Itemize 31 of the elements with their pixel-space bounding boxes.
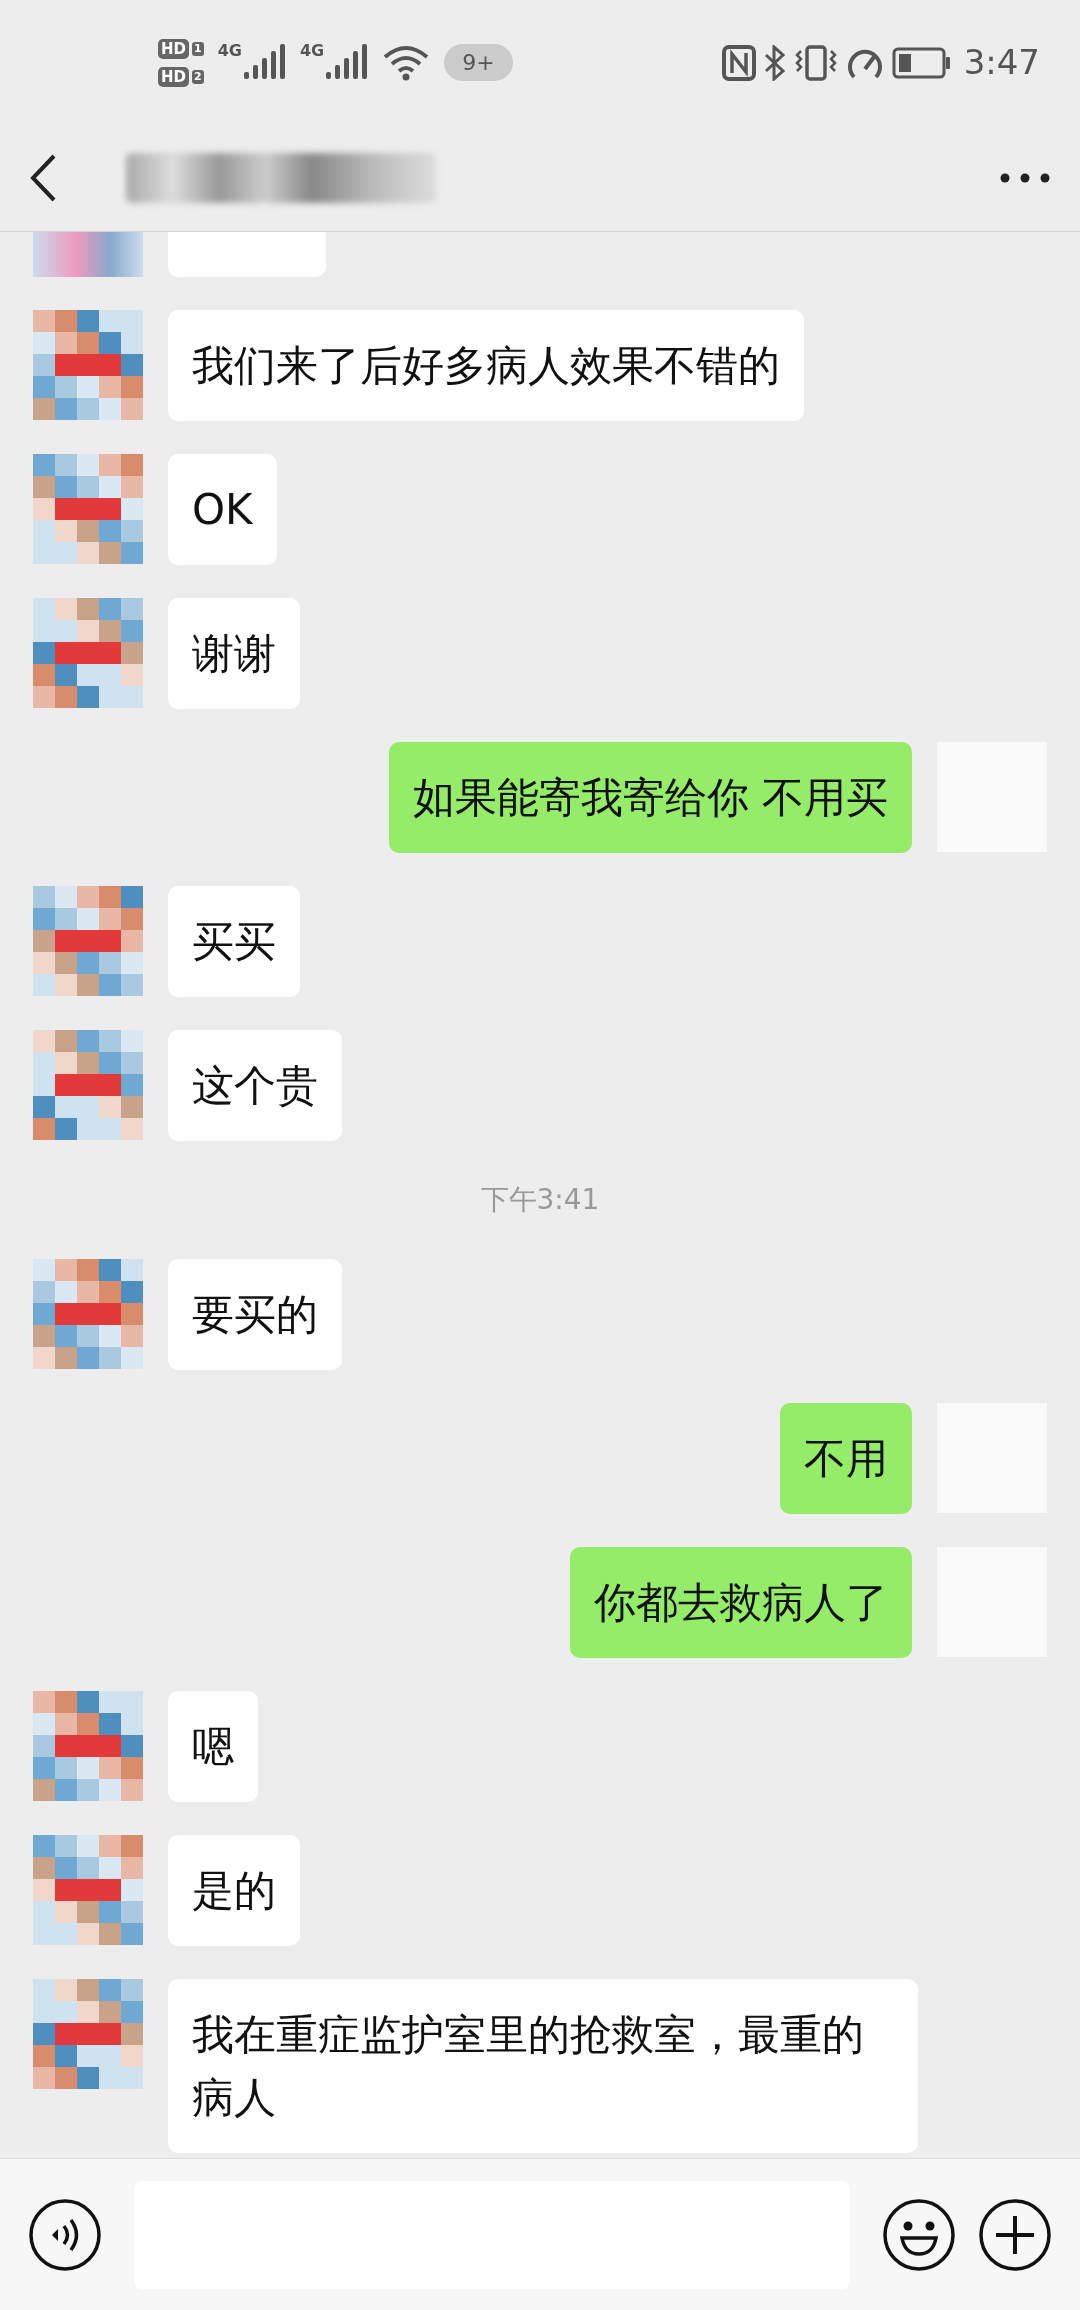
sim-slot: 2 bbox=[192, 69, 204, 84]
network-type: 4G bbox=[217, 42, 242, 59]
hd-label: HD bbox=[158, 38, 189, 59]
timestamp: 下午3:41 bbox=[480, 1182, 600, 1218]
message-bubble: 是的 bbox=[168, 1835, 300, 1946]
message-bubble: 你都去救病人了 bbox=[570, 1547, 912, 1658]
message-bubble: 我在重症监护室里的抢救室，最重的病人 bbox=[168, 1979, 918, 2153]
sim-slot: 1 bbox=[192, 41, 204, 56]
status-time: 3:47 bbox=[963, 41, 1040, 84]
back-icon[interactable] bbox=[30, 154, 56, 202]
voice-icon[interactable] bbox=[28, 2197, 102, 2272]
more-icon[interactable] bbox=[1000, 173, 1050, 183]
wifi-icon bbox=[382, 44, 431, 81]
bluetooth-icon bbox=[763, 44, 786, 81]
message-bubble: 买买 bbox=[168, 886, 300, 997]
message-bubble: 这个贵 bbox=[168, 1030, 342, 1141]
hd-label: HD bbox=[158, 66, 189, 87]
message-bubble: OK bbox=[168, 454, 277, 565]
message-bubble: 谢谢 bbox=[168, 598, 300, 709]
message-bubble: 我们来了后好多病人效果不错的 bbox=[168, 310, 804, 421]
battery-icon bbox=[891, 46, 952, 79]
plus-icon[interactable] bbox=[978, 2197, 1052, 2272]
network-type: 4G bbox=[299, 42, 325, 59]
emoji-icon[interactable] bbox=[882, 2197, 956, 2272]
nfc-icon bbox=[721, 44, 756, 81]
message-bubble: 不用 bbox=[780, 1403, 912, 1514]
notification-count: 9+ bbox=[444, 44, 513, 81]
message-bubble: 如果能寄我寄给你 不用买 bbox=[388, 742, 912, 853]
message-bubble: 嗯 bbox=[168, 1691, 258, 1802]
message-bubble: 要买的 bbox=[168, 1259, 342, 1370]
vibrate-icon bbox=[793, 44, 838, 81]
